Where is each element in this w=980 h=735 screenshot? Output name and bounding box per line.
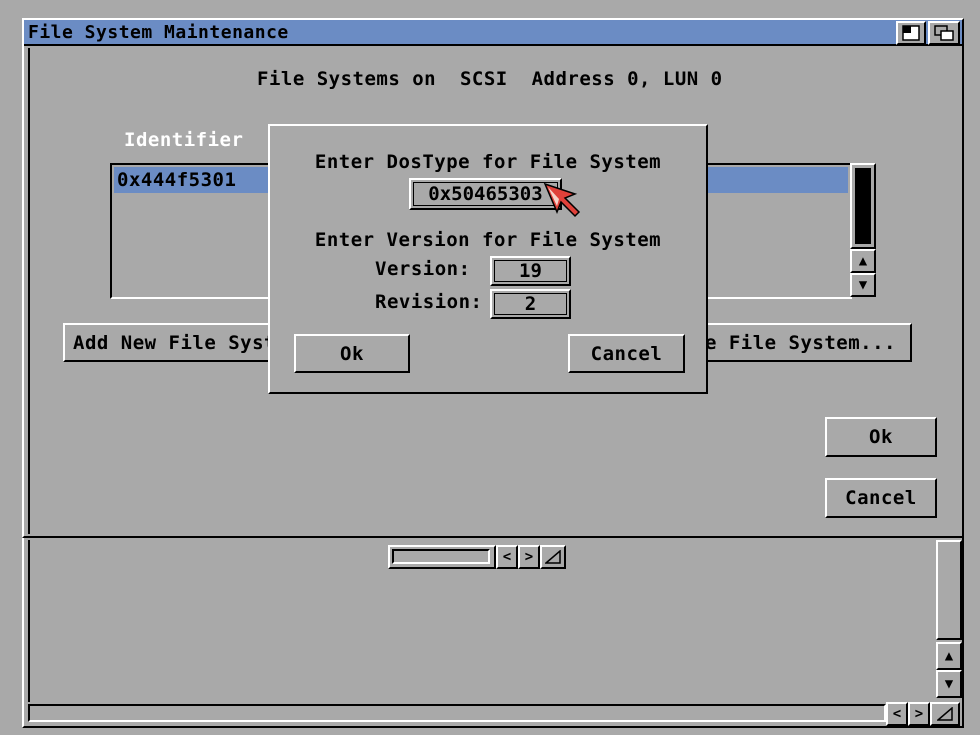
ok-button[interactable]: Ok xyxy=(825,417,937,457)
arrow-down-icon[interactable]: ▼ xyxy=(936,670,962,698)
version-label: Version: xyxy=(375,258,471,280)
window-subtitle: File Systems on SCSI Address 0, LUN 0 xyxy=(257,68,723,90)
window-inner-edge xyxy=(28,48,30,534)
list-item-identifier: 0x444f5301 xyxy=(117,169,237,191)
ok-label: Ok xyxy=(869,426,893,448)
cancel-button[interactable]: Cancel xyxy=(825,478,937,518)
arrow-right-icon[interactable]: > xyxy=(518,545,540,569)
arrow-right-icon[interactable]: > xyxy=(908,702,930,726)
mouse-pointer-icon xyxy=(543,182,583,220)
version-prompt: Enter Version for File System xyxy=(314,229,662,251)
zoom-icon[interactable] xyxy=(896,21,926,45)
dialog-ok-button[interactable]: Ok xyxy=(294,334,410,373)
version-value: 19 xyxy=(519,260,542,282)
version-field[interactable]: 19 xyxy=(490,256,571,286)
revision-value: 2 xyxy=(524,293,537,315)
list-vscroll-knob[interactable] xyxy=(855,168,871,244)
revision-label: Revision: xyxy=(375,291,483,313)
dialog-ok-label: Ok xyxy=(340,342,364,365)
resize-icon[interactable] xyxy=(930,702,960,726)
arrow-up-icon[interactable]: ▲ xyxy=(850,249,876,273)
background-vscroll-track[interactable] xyxy=(936,540,962,640)
dialog-cancel-button[interactable]: Cancel xyxy=(568,334,685,373)
revision-field[interactable]: 2 xyxy=(490,289,571,319)
resize-icon[interactable] xyxy=(540,545,566,569)
arrow-left-icon[interactable]: < xyxy=(496,545,518,569)
dostype-prompt: Enter DosType for File System xyxy=(314,151,662,173)
cancel-label: Cancel xyxy=(845,487,917,509)
dialog-cancel-label: Cancel xyxy=(590,342,663,365)
arrow-down-icon[interactable]: ▼ xyxy=(850,273,876,297)
window-title: File System Maintenance xyxy=(28,22,289,43)
list-header-identifier: Identifier xyxy=(124,129,244,151)
background-hscroll-knob[interactable] xyxy=(392,549,490,564)
arrow-up-icon[interactable]: ▲ xyxy=(936,642,962,670)
dostype-value: 0x50465303 xyxy=(428,183,543,205)
dostype-field[interactable]: 0x50465303 xyxy=(409,178,562,210)
bottom-hscroll-knob[interactable] xyxy=(28,704,886,722)
arrow-left-icon[interactable]: < xyxy=(886,702,908,726)
depth-icon[interactable] xyxy=(928,21,960,45)
